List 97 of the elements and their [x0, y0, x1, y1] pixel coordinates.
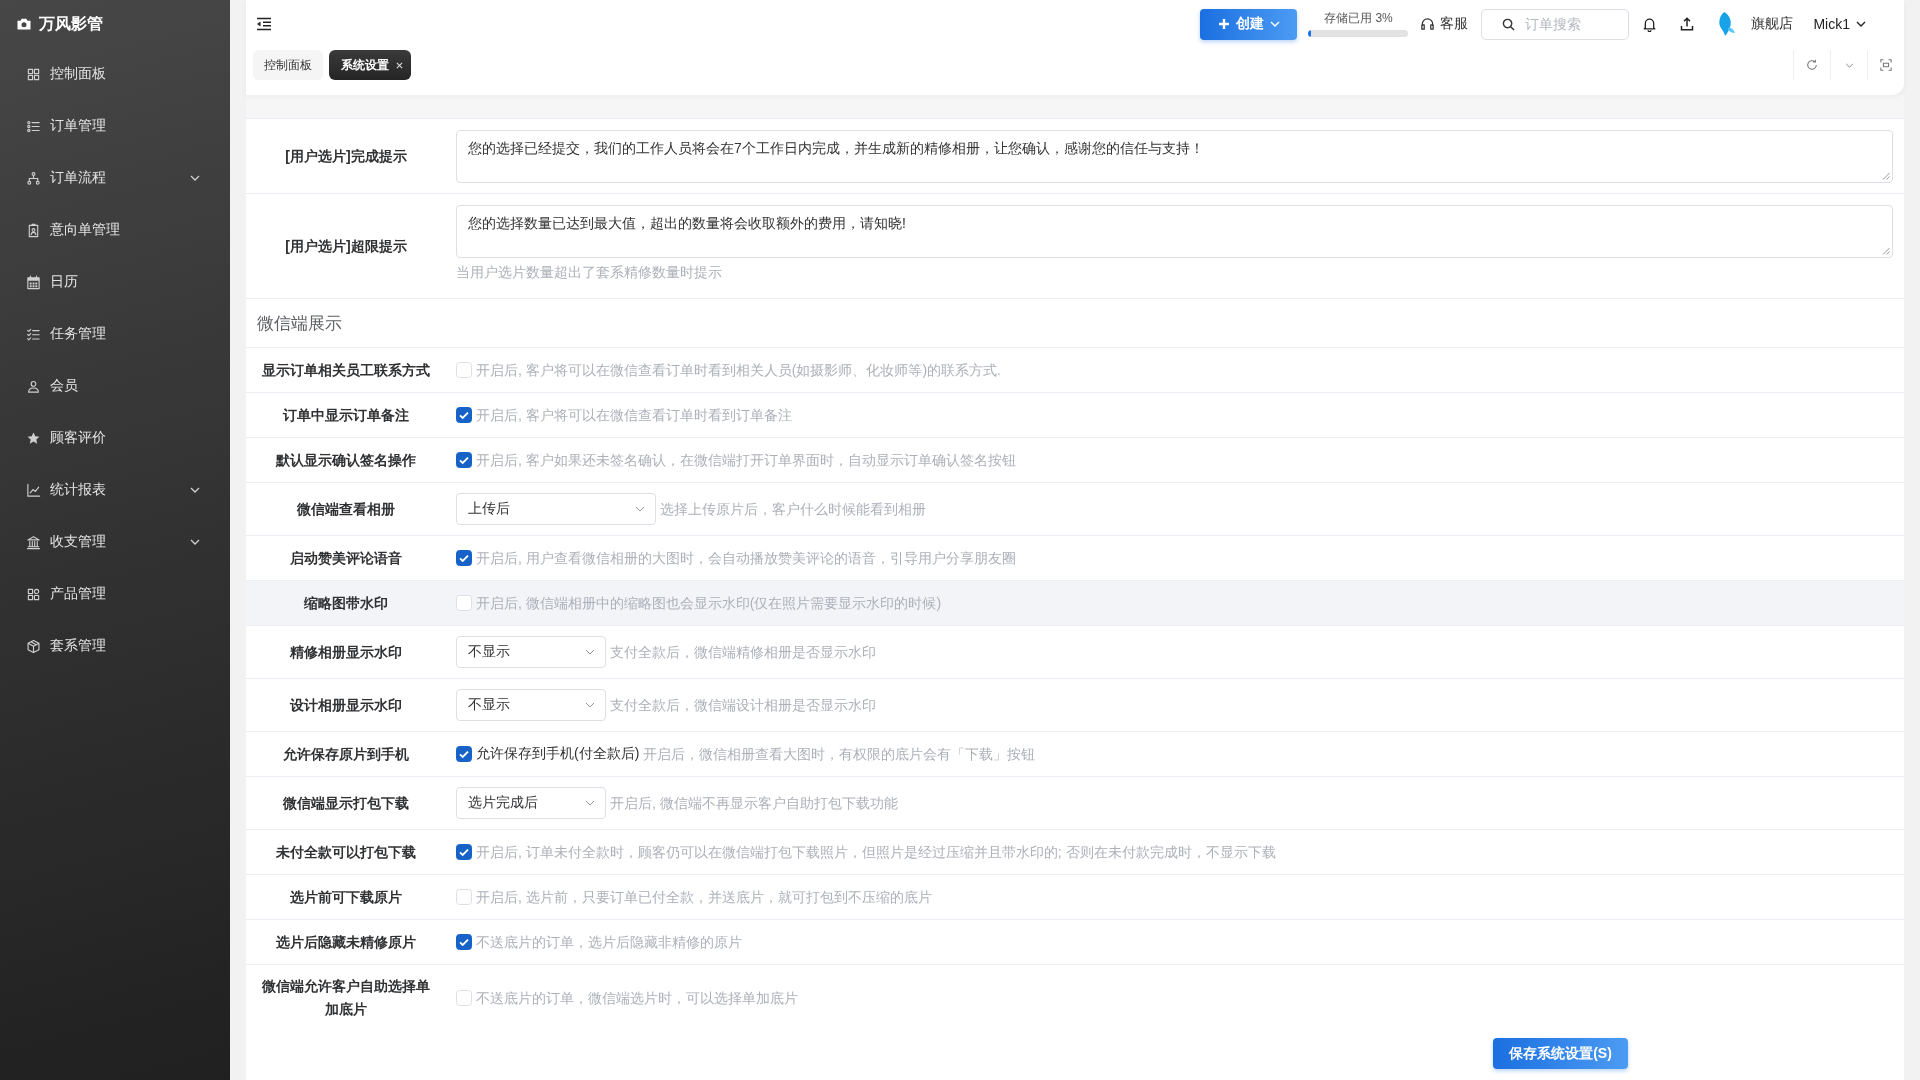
field-label: 精修相册显示水印 — [290, 642, 402, 662]
search-icon — [1502, 17, 1516, 31]
sidebar-item[interactable]: 顾客评价 — [0, 412, 230, 464]
refresh-icon[interactable] — [1806, 59, 1818, 71]
checkbox[interactable] — [456, 844, 472, 860]
field-label: 默认显示确认签名操作 — [276, 450, 416, 470]
field-label: 允许保存原片到手机 — [283, 744, 409, 764]
list-icon — [26, 118, 41, 134]
select-field[interactable]: 不显示 — [456, 636, 606, 668]
text-area[interactable]: 您的选择已经提交，我们的工作人员将会在7个工作日内完成，并生成新的精修相册，让您确认，感谢您的信任与支持！ — [456, 130, 1893, 183]
sidebar-item[interactable]: 统计报表 — [0, 464, 230, 516]
field-label: [用户选片]超限提示 — [285, 236, 407, 256]
chevron-down-icon — [1269, 21, 1280, 27]
id-badge-icon — [26, 222, 41, 238]
brand-name: 万风影管 — [39, 13, 103, 34]
checkbox[interactable] — [456, 550, 472, 566]
chevron-down-icon — [585, 702, 595, 708]
checkbox[interactable] — [456, 934, 472, 950]
close-icon[interactable] — [396, 61, 403, 69]
hint-text: 不送底片的订单，选片后隐藏非精修的原片 — [476, 933, 742, 952]
sidebar-item[interactable]: 订单流程 — [0, 152, 230, 204]
sidebar-item[interactable]: 控制面板 — [0, 48, 230, 100]
field-label: 缩略图带水印 — [304, 593, 388, 613]
search-field[interactable]: 订单搜索 — [1481, 8, 1630, 40]
resize-grip-icon — [1882, 247, 1890, 255]
hint-text: 选择上传原片后，客户什么时候能看到相册 — [660, 500, 926, 519]
chevron-down-icon — [635, 506, 645, 512]
checkbox[interactable] — [456, 746, 472, 762]
sidebar-item[interactable]: 任务管理 — [0, 308, 230, 360]
storage-label: 存储已用 3% — [1324, 11, 1393, 25]
bank-icon — [26, 534, 41, 550]
sidebar-item[interactable]: 产品管理 — [0, 568, 230, 620]
field-label: 选片前可下载原片 — [290, 887, 402, 907]
tab[interactable]: 控制面板 — [253, 50, 323, 80]
hint-text: 开启后，微信相册查看大图时，有权限的底片会有「下载」按钮 — [643, 745, 1036, 764]
select-field[interactable]: 不显示 — [456, 689, 606, 721]
hint-text: 开启后, 用户查看微信相册的大图时，会自动播放赞美评论的语音，引导用户分享朋友圈 — [476, 549, 1016, 568]
tab[interactable]: 系统设置 — [329, 50, 411, 80]
headset-icon — [1420, 16, 1436, 32]
hint-text: 开启后, 微信端相册中的缩略图也会显示水印(仅在照片需要显示水印的时候) — [476, 594, 942, 613]
field-label: 微信端查看相册 — [297, 499, 395, 519]
store-name: 旗舰店 — [1751, 15, 1794, 33]
sidebar-item[interactable]: 收支管理 — [0, 516, 230, 568]
shapes-icon — [26, 586, 41, 602]
chevron-down-icon — [1856, 21, 1866, 27]
field-label: 微信端显示打包下载 — [283, 793, 409, 813]
hint-text: 支付全款后，微信端设计相册是否显示水印 — [610, 696, 876, 715]
save-button[interactable]: 保存系统设置(S) — [1493, 1038, 1628, 1069]
select-field[interactable]: 选片完成后 — [456, 787, 606, 819]
sidebar-item[interactable]: 订单管理 — [0, 100, 230, 152]
plus-icon — [1217, 18, 1230, 30]
checkbox[interactable] — [456, 407, 472, 423]
star-icon — [26, 430, 41, 446]
checklist-icon — [26, 326, 41, 342]
hint-text: 开启后, 选片前，只要订单已付全款，并送底片，就可打包到不压缩的底片 — [476, 888, 932, 907]
field-label: 选片后隐藏未精修原片 — [276, 932, 416, 952]
checkbox-label: 允许保存到手机(付全款后) — [476, 745, 640, 763]
hint-text: 开启后, 客户将可以在微信查看订单时看到相关人员(如摄影师、化妆师等)的联系方式. — [476, 361, 1001, 380]
hint-text: 当用户选片数量超出了套系精修数量时提示 — [456, 263, 722, 282]
bell-icon[interactable] — [1643, 16, 1657, 32]
calendar-icon — [26, 274, 41, 290]
text-area[interactable]: 您的选择数量已达到最大值，超出的数量将会收取额外的费用，请知晓! — [456, 205, 1893, 258]
upload-icon[interactable] — [1680, 17, 1695, 31]
grid-icon — [26, 66, 41, 82]
sidebar-item[interactable]: 日历 — [0, 256, 230, 308]
line-chart-icon — [26, 482, 41, 498]
fullscreen-icon[interactable] — [1880, 59, 1892, 71]
field-label: 微信端允许客户自助选择单加底片 — [261, 977, 431, 1019]
support-button[interactable]: 客服 — [1420, 15, 1469, 33]
sidebar-item[interactable]: 套系管理 — [0, 620, 230, 672]
section-title: 微信端展示 — [257, 312, 342, 335]
sidebar-item[interactable]: 意向单管理 — [0, 204, 230, 256]
chevron-down-icon — [585, 800, 595, 806]
hint-text: 支付全款后，微信端精修相册是否显示水印 — [610, 643, 876, 662]
field-label: 未付全款可以打包下载 — [276, 842, 416, 862]
hint-text: 开启后, 客户将可以在微信查看订单时看到订单备注 — [476, 406, 792, 425]
field-label: [用户选片]完成提示 — [285, 146, 407, 166]
hint-text: 不送底片的订单，微信端选片时，可以选择单加底片 — [476, 989, 798, 1008]
field-label: 设计相册显示水印 — [290, 695, 402, 715]
sidebar-item[interactable]: 会员 — [0, 360, 230, 412]
hint-text: 开启后, 微信端不再显示客户自助打包下载功能 — [610, 794, 898, 813]
field-label: 启动赞美评论语音 — [290, 548, 402, 568]
cube-icon — [26, 638, 41, 654]
field-label: 显示订单相关员工联系方式 — [262, 360, 430, 380]
user-icon — [26, 378, 41, 394]
hierarchy-icon — [26, 170, 41, 186]
create-button[interactable]: 创建 — [1200, 8, 1298, 40]
resize-grip-icon — [1882, 172, 1890, 180]
chevron-down-icon — [585, 649, 595, 655]
field-label: 订单中显示订单备注 — [283, 405, 409, 425]
checkbox[interactable] — [456, 452, 472, 468]
camera-icon — [17, 18, 31, 30]
menu-icon[interactable] — [256, 17, 272, 31]
hint-text: 开启后, 订单未付全款时，顾客仍可以在微信端打包下载照片，但照片是经过压缩并且带水印的; 否则在未付款完成时，不显示下载 — [476, 843, 1276, 862]
user-menu[interactable]: Mick1 — [1813, 16, 1866, 32]
hint-text: 开启后, 客户如果还未签名确认，在微信端打开订单界面时，自动显示订单确认签名按钮 — [476, 451, 1016, 470]
select-field[interactable]: 上传后 — [456, 493, 656, 525]
